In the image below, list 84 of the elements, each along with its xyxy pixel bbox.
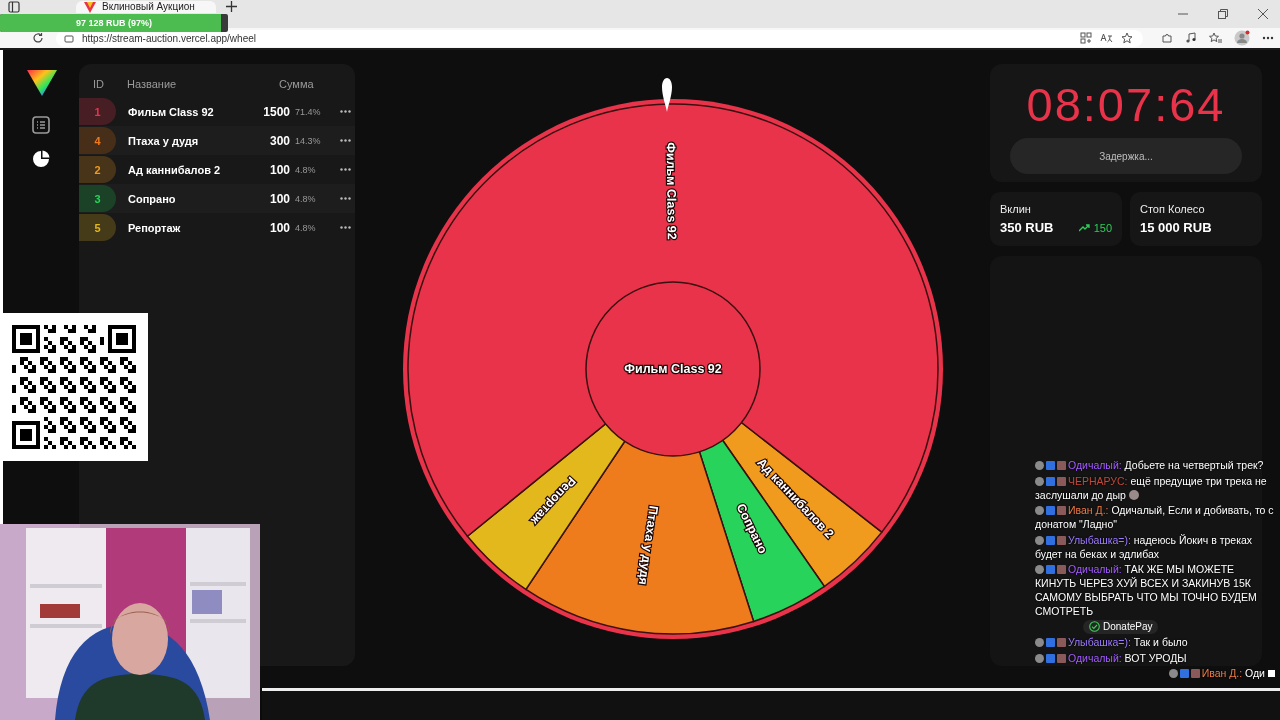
segment-label: Птаха у дудя xyxy=(635,504,661,586)
chat-message: Иван Д.: Одичалый, Если и добивать, то с донатом "Ладно" xyxy=(1035,503,1275,531)
chat-message: Одичалый: ТАК ЖЕ МЫ МОЖЕТЕ КИНУТЬ ЧЕРЕЗ ХУЙ ВСЕХ И ЗАКИНУВ 15К САМОМУ ВЫБРАТЬ ЧТО МЫ ТОЧНО БУДЕМ СМОТРЕТЬ xyxy=(1035,562,1258,618)
music-note-icon[interactable] xyxy=(1185,32,1197,44)
more-icon[interactable] xyxy=(340,168,351,171)
stat-value: 15 000 RUB xyxy=(1140,220,1212,235)
translate-icon[interactable] xyxy=(1100,32,1113,44)
chat-message: Одичалый: ВОТ УРОДЫ xyxy=(1035,650,1275,665)
url-text: https://stream-auction.vercel.app/wheel xyxy=(82,32,256,44)
column-header: Сумма xyxy=(279,78,314,90)
segment-label: Фильм Class 92 xyxy=(663,142,679,240)
lot-amount: 1500 xyxy=(262,104,290,119)
donation-goal-text: 97 128 RUB (97%) xyxy=(75,17,152,29)
stat-label: Стоп Колесо xyxy=(1140,203,1206,215)
lot-percent: 14.3% xyxy=(294,135,322,146)
lot-percent: 4.8% xyxy=(294,164,317,175)
chat-message: Иван Д.: Оди xyxy=(1035,666,1275,680)
lot-id-badge: 3 xyxy=(79,185,116,212)
lot-percent: 4.8% xyxy=(294,222,317,233)
emote-badge-icon xyxy=(1168,669,1178,678)
delay-button[interactable]: Задержка... xyxy=(1010,138,1242,174)
more-icon[interactable] xyxy=(340,110,351,113)
lot-name: Ад каннибалов 2 xyxy=(128,163,222,176)
tab-list-icon[interactable] xyxy=(8,1,20,13)
refresh-icon[interactable] xyxy=(32,32,44,44)
emote-badge-icon xyxy=(1035,535,1044,545)
shield-badge-icon xyxy=(1046,535,1055,545)
check-circle-icon xyxy=(1089,621,1100,632)
pie-chart-icon[interactable] xyxy=(32,150,50,168)
browser-tab[interactable]: Вклиновый Аукцион xyxy=(76,1,216,13)
emote-badge-icon xyxy=(1035,506,1044,515)
lot-name: Сопрано xyxy=(128,192,177,205)
rainbow-triangle-logo-icon[interactable] xyxy=(27,68,57,96)
lot-name: Репортаж xyxy=(128,221,182,234)
lot-id-badge: 4 xyxy=(79,127,116,154)
countdown-timer: 08:07:64 xyxy=(1026,78,1226,132)
cursor-icon xyxy=(1268,670,1275,677)
column-header: Название xyxy=(127,78,178,90)
change-value: 150 xyxy=(1093,221,1112,234)
lot-percent: 4.8% xyxy=(294,193,317,204)
lot-amount: 100 xyxy=(268,162,290,177)
lot-percent: 71.4% xyxy=(294,106,322,117)
more-icon[interactable] xyxy=(340,226,351,229)
trend-up-icon xyxy=(1078,223,1091,232)
lot-amount: 100 xyxy=(268,191,290,206)
close-icon[interactable] xyxy=(1258,9,1268,19)
grid-icon[interactable] xyxy=(1080,32,1092,44)
chat-message: Улыбашка=): надеюсь Йокич в треках будет на беках и эдлибах xyxy=(1035,532,1254,561)
lot-id-badge: 2 xyxy=(79,156,116,183)
more-icon[interactable] xyxy=(1262,36,1274,40)
lot-name: Фильм Class 92 xyxy=(128,105,215,118)
lot-amount: 300 xyxy=(268,133,290,148)
list-icon[interactable] xyxy=(32,116,50,134)
lot-amount: 100 xyxy=(268,220,290,235)
new-tab-icon[interactable] xyxy=(226,1,237,12)
chat-message: Улыбашка=): Так и было xyxy=(1035,635,1275,649)
profile-avatar-icon[interactable] xyxy=(1234,30,1250,46)
triangle-logo-icon xyxy=(84,2,96,13)
notification-text: DonatePay xyxy=(1103,621,1153,632)
shield-badge-icon xyxy=(1179,669,1189,678)
column-header: ID xyxy=(92,78,105,90)
more-icon[interactable] xyxy=(340,197,351,200)
shield-badge-icon xyxy=(1046,565,1055,574)
lot-id-badge: 1 xyxy=(79,98,116,125)
more-icon[interactable] xyxy=(340,139,351,142)
restore-icon[interactable] xyxy=(1218,9,1228,19)
avatar-badge-icon xyxy=(1190,669,1200,678)
favorites-icon[interactable] xyxy=(1209,32,1222,44)
wheel-pointer-icon xyxy=(662,78,672,112)
address-field[interactable]: https://stream-auction.vercel.app/wheel xyxy=(56,29,1143,47)
stat-label: Вклин xyxy=(1000,203,1032,215)
avatar-badge-icon xyxy=(1057,535,1066,545)
avatar-badge-icon xyxy=(1057,506,1066,515)
lot-name: Птаха у дудя xyxy=(128,134,200,147)
lot-id-badge: 5 xyxy=(79,214,116,241)
wheel-center-label: Фильм Class 92 xyxy=(623,362,722,376)
avatar-badge-icon xyxy=(1057,565,1066,574)
shield-badge-icon xyxy=(1046,506,1055,515)
emote-badge-icon xyxy=(1035,565,1044,574)
chat-message: ЧЕРНАРУС: ещё предущие три трека не заслушали до дыр xyxy=(1035,473,1268,502)
site-info-icon[interactable] xyxy=(64,33,74,43)
chat-message: Одичалый: Добьете на четвертый трек? xyxy=(1035,458,1275,472)
star-icon[interactable] xyxy=(1121,32,1133,44)
stat-value: 350 RUB xyxy=(1000,220,1054,235)
